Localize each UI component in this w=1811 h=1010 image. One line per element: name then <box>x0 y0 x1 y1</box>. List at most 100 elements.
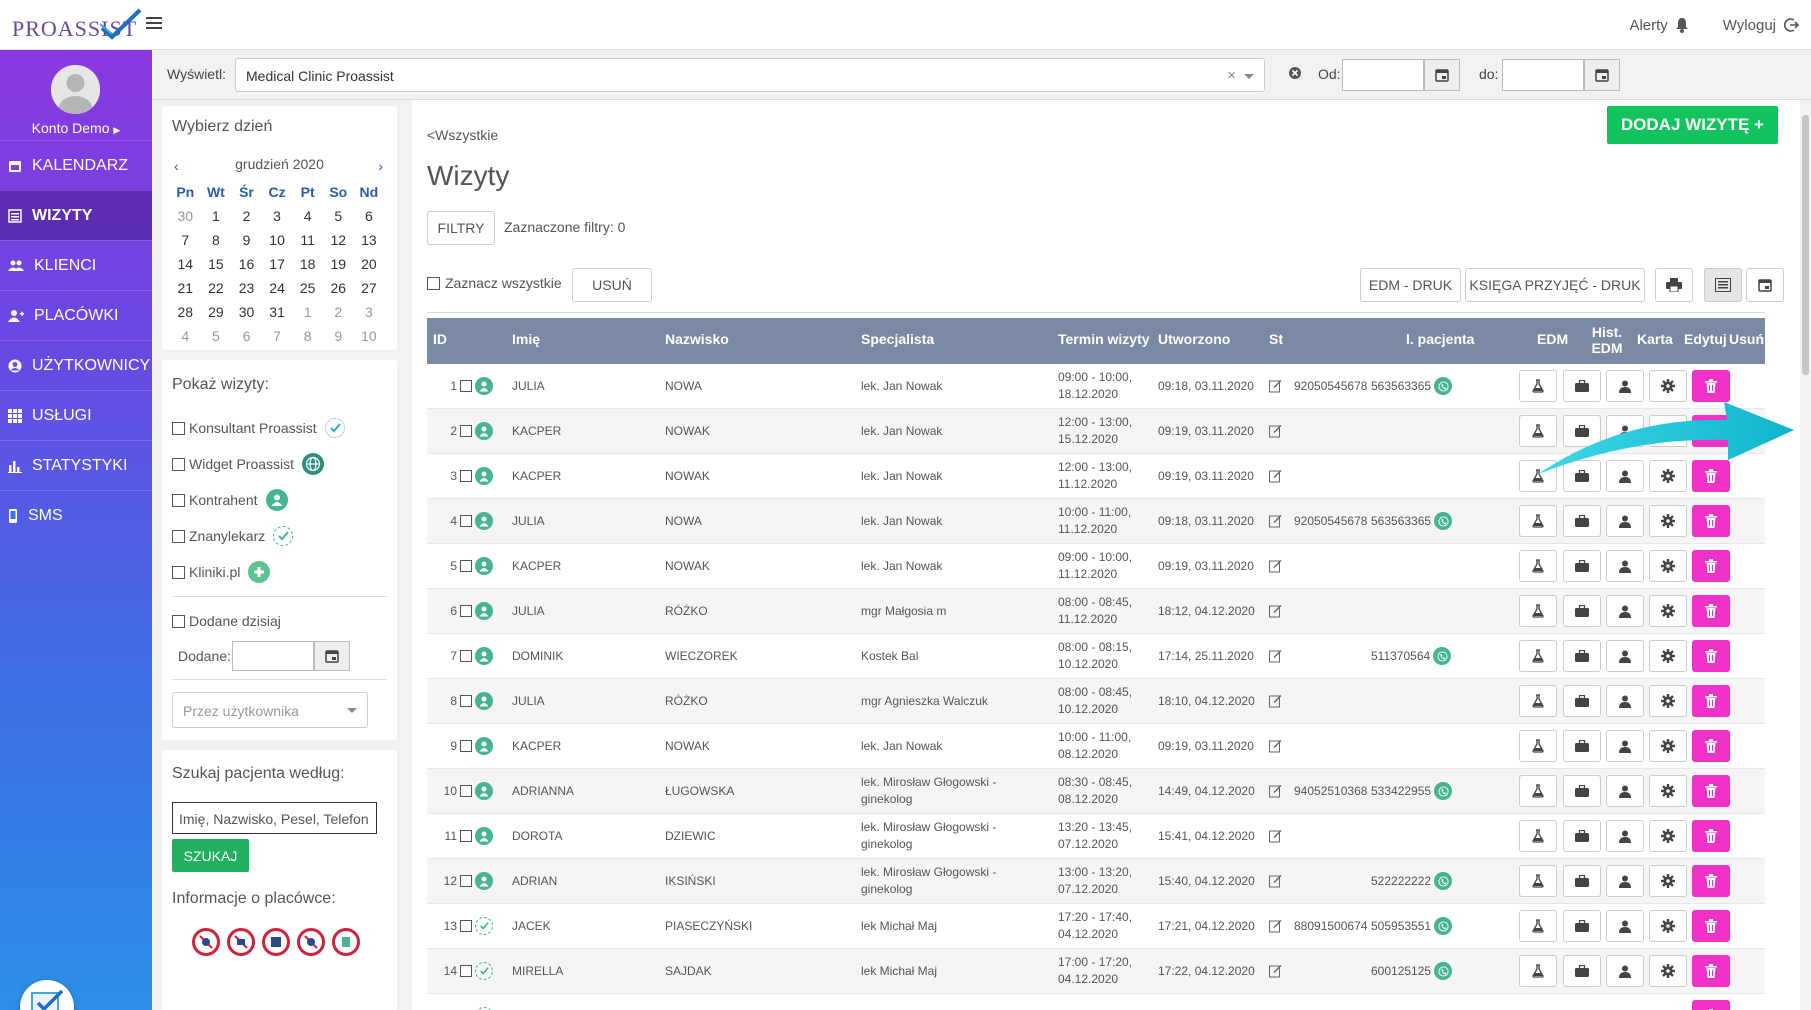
alerts-link[interactable]: Alerty <box>1629 17 1688 34</box>
hist-edm-button[interactable] <box>1563 505 1601 537</box>
clear-filter-icon[interactable] <box>1288 66 1302 80</box>
patient-card-button[interactable] <box>1606 640 1644 672</box>
edit-button[interactable] <box>1649 595 1687 627</box>
sidebar-item-sms[interactable]: SMS <box>0 490 152 540</box>
checkbox[interactable] <box>172 421 185 435</box>
sidebar-item-uslugi[interactable]: USŁUGI <box>0 390 152 440</box>
calendar-day[interactable]: 16 <box>231 252 262 276</box>
hist-edm-button[interactable] <box>1563 595 1601 627</box>
user-select[interactable]: Przez użytkownika <box>172 692 368 728</box>
edit-button[interactable] <box>1649 730 1687 762</box>
print-button[interactable] <box>1655 268 1693 302</box>
calendar-day[interactable]: 25 <box>292 276 323 300</box>
prev-month-button[interactable]: ‹ <box>174 158 179 174</box>
delete-selected-button[interactable]: USUŃ <box>572 268 652 302</box>
delete-button[interactable] <box>1692 685 1730 717</box>
delete-button[interactable] <box>1692 820 1730 852</box>
calendar-day[interactable]: 4 <box>170 324 201 348</box>
sidebar-item-statystyki[interactable]: STATYSTYKI <box>0 440 152 490</box>
sidebar-item-wizyty[interactable]: WIZYTY <box>0 190 152 240</box>
edm-button[interactable] <box>1519 640 1557 672</box>
patient-card-button[interactable] <box>1606 730 1644 762</box>
calendar-day[interactable]: 3 <box>354 300 385 324</box>
calendar-day[interactable]: 2 <box>323 300 354 324</box>
notes-icon[interactable] <box>1269 875 1282 888</box>
notes-icon[interactable] <box>1269 605 1282 618</box>
delete-button[interactable] <box>1692 865 1730 897</box>
row-checkbox[interactable] <box>460 965 472 977</box>
checkbox[interactable] <box>172 614 185 628</box>
select-all-checkbox[interactable] <box>427 276 440 290</box>
delete-button[interactable] <box>1692 505 1730 537</box>
logo[interactable]: PROASSIST <box>12 8 142 42</box>
search-button[interactable]: SZUKAJ <box>172 839 249 872</box>
phone-icon[interactable] <box>1434 512 1453 530</box>
table-row[interactable]: 11 DOROTA DZIEWIC lek. Mirosław Głogowski -… <box>427 814 1765 859</box>
list-view-button[interactable] <box>1704 268 1742 302</box>
patient-card-button[interactable] <box>1606 685 1644 717</box>
phone-icon[interactable] <box>1434 377 1453 395</box>
row-checkbox[interactable] <box>460 515 472 527</box>
calendar-day[interactable]: 10 <box>262 228 293 252</box>
patient-card-button[interactable] <box>1606 775 1644 807</box>
calendar-day[interactable]: 30 <box>231 300 262 324</box>
table-row[interactable]: 12 ADRIAN IKSIŃSKI lek. Mirosław Głogowski … <box>427 859 1765 904</box>
source-znanylekarz[interactable]: Znanylekarz <box>162 518 397 554</box>
calendar-day[interactable]: 1 <box>201 204 232 228</box>
calendar-day[interactable]: 8 <box>201 228 232 252</box>
clinic-select[interactable]: Medical Clinic Proassist × <box>235 58 1265 92</box>
edm-button[interactable] <box>1519 775 1557 807</box>
sidebar-item-kalendarz[interactable]: KALENDARZ <box>0 140 152 190</box>
edit-button[interactable] <box>1649 640 1687 672</box>
sidebar-item-placowki[interactable]: PLACÓWKI <box>0 290 152 340</box>
calendar-day[interactable]: 17 <box>262 252 293 276</box>
edit-button[interactable] <box>1649 865 1687 897</box>
edm-button[interactable] <box>1519 595 1557 627</box>
row-checkbox[interactable] <box>460 740 472 752</box>
calendar-day[interactable]: 6 <box>231 324 262 348</box>
phone-icon[interactable] <box>1434 962 1453 980</box>
edit-button[interactable] <box>1649 505 1687 537</box>
admissions-print-button[interactable]: KSIĘGA PRZYJĘĆ - DRUK <box>1465 268 1645 302</box>
hist-edm-button[interactable] <box>1563 775 1601 807</box>
scrollbar-thumb[interactable] <box>1802 115 1809 375</box>
sidebar-item-uzytkownicy[interactable]: UŻYTKOWNICY <box>0 340 152 390</box>
calendar-day[interactable]: 18 <box>292 252 323 276</box>
edit-button[interactable] <box>1649 910 1687 942</box>
calendar-day[interactable]: 5 <box>323 204 354 228</box>
calendar-day[interactable]: 3 <box>262 204 293 228</box>
delete-button[interactable] <box>1692 640 1730 672</box>
edm-button[interactable] <box>1519 505 1557 537</box>
patient-card-button[interactable] <box>1606 550 1644 582</box>
calendar-day[interactable]: 24 <box>262 276 293 300</box>
patient-card-button[interactable] <box>1606 955 1644 987</box>
calendar-day[interactable]: 6 <box>354 204 385 228</box>
delete-button[interactable] <box>1692 730 1730 762</box>
patient-card-button[interactable] <box>1606 820 1644 852</box>
hist-edm-button[interactable] <box>1563 865 1601 897</box>
edm-button[interactable] <box>1519 550 1557 582</box>
edit-button[interactable] <box>1649 685 1687 717</box>
profile-name[interactable]: Konto Demo ▶ <box>0 120 152 136</box>
checkbox[interactable] <box>172 493 185 507</box>
checkbox[interactable] <box>172 529 185 543</box>
hist-edm-button[interactable] <box>1563 550 1601 582</box>
calendar-day[interactable]: 11 <box>292 228 323 252</box>
hist-edm-button[interactable] <box>1563 910 1601 942</box>
notes-icon[interactable] <box>1269 740 1282 753</box>
row-checkbox[interactable] <box>460 380 472 392</box>
row-checkbox[interactable] <box>460 785 472 797</box>
notes-icon[interactable] <box>1269 425 1282 438</box>
delete-button[interactable] <box>1692 955 1730 987</box>
notes-icon[interactable] <box>1269 515 1282 528</box>
source-konsultant[interactable]: Konsultant Proassist <box>162 410 397 446</box>
edm-button[interactable] <box>1519 865 1557 897</box>
patient-search-input[interactable]: Imię, Nazwisko, Pesel, Telefon <box>172 802 377 834</box>
table-row[interactable]: 14 MIRELLA SAJDAK lek Michał Maj 17:00 - 17:… <box>427 949 1765 994</box>
calendar-day[interactable]: 14 <box>170 252 201 276</box>
calendar-day[interactable]: 10 <box>354 324 385 348</box>
source-widget[interactable]: Widget Proassist <box>162 446 397 482</box>
table-row[interactable]: 6 JULIA RÓŻKO mgr Małgosia m 08:00 - 08:45, 1… <box>427 589 1765 634</box>
edit-button[interactable] <box>1649 550 1687 582</box>
added-date-calendar-button[interactable] <box>314 641 350 671</box>
